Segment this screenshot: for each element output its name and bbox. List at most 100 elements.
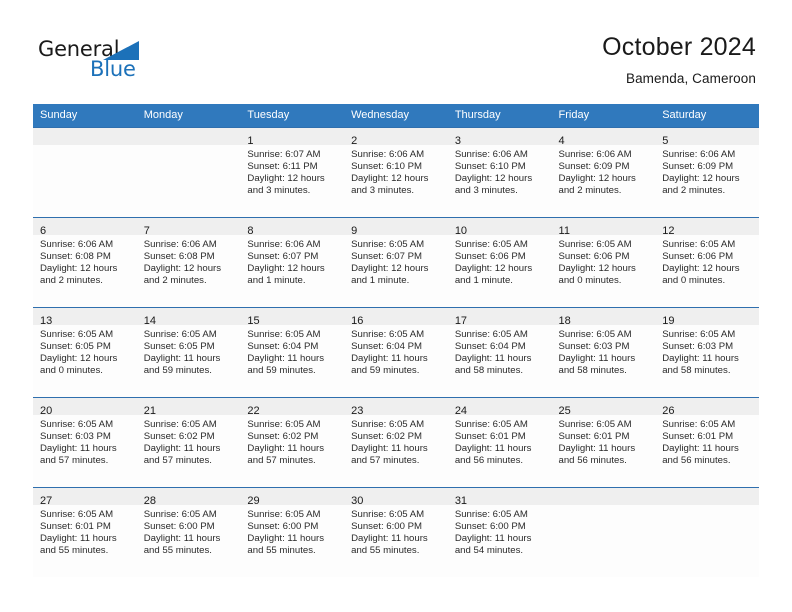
sunset-text: Sunset: 6:10 PM [454, 161, 526, 173]
sunset-text: Sunset: 6:00 PM [247, 521, 319, 533]
calendar-day-cell[interactable]: 28 Sunrise: 6:05 AM Sunset: 6:00 PM Dayligh… [136, 487, 241, 577]
calendar-day-cell[interactable]: 27 Sunrise: 6:05 AM Sunset: 6:01 PM Dayligh… [33, 487, 137, 577]
calendar-day-cell[interactable]: 13 Sunrise: 6:05 AM Sunset: 6:05 PM Dayligh… [33, 307, 137, 398]
day-number-band: 10 [447, 218, 552, 237]
daylight-text-line2: and 1 minute. [454, 275, 513, 287]
calendar-table: Sunday Monday Tuesday Wednesday Thursday… [33, 104, 759, 577]
day-number-band: 2 [344, 128, 448, 147]
sunrise-text: Sunrise: 6:05 AM [454, 509, 528, 520]
calendar-day-cell[interactable]: 25 Sunrise: 6:05 AM Sunset: 6:01 PM Dayligh… [551, 397, 656, 488]
day-cell-inner: 12 Sunrise: 6:05 AM Sunset: 6:06 PM Dayligh… [655, 218, 759, 307]
daylight-text-line2: and 0 minutes. [40, 365, 103, 377]
daylight-text-line1: Daylight: 11 hours [40, 533, 117, 545]
day-number-band: 12 [655, 218, 759, 237]
day-details: Sunrise: 6:05 AM Sunset: 6:03 PM Daylight:… [655, 325, 759, 377]
calendar-day-cell[interactable]: 3 Sunrise: 6:06 AM Sunset: 6:10 PM Daylight… [447, 127, 552, 218]
day-number: 6 [40, 225, 47, 237]
calendar-day-cell[interactable]: 11 Sunrise: 6:05 AM Sunset: 6:06 PM Dayligh… [551, 217, 656, 308]
day-number: 8 [247, 225, 254, 237]
day-number: 2 [351, 135, 358, 147]
sunset-text: Sunset: 6:04 PM [454, 341, 526, 353]
day-cell-inner: 9 Sunrise: 6:05 AM Sunset: 6:07 PM Daylight… [344, 218, 448, 307]
calendar-day-cell[interactable]: 15 Sunrise: 6:05 AM Sunset: 6:04 PM Dayligh… [240, 307, 345, 398]
daylight-text-line2: and 56 minutes. [558, 455, 627, 467]
day-number: 30 [351, 495, 364, 507]
sunrise-text: Sunrise: 6:05 AM [662, 419, 736, 430]
day-cell-inner: 29 Sunrise: 6:05 AM Sunset: 6:00 PM Dayligh… [240, 488, 345, 577]
sunrise-text: Sunrise: 6:05 AM [247, 509, 321, 520]
day-number-band: 7 [136, 218, 241, 237]
day-number-band: 30 [344, 488, 448, 507]
sunset-text: Sunset: 6:00 PM [143, 521, 215, 533]
day-cell-inner: 17 Sunrise: 6:05 AM Sunset: 6:04 PM Dayligh… [447, 308, 552, 397]
sunset-text: Sunset: 6:05 PM [143, 341, 215, 353]
sunset-text: Sunset: 6:03 PM [558, 341, 630, 353]
day-number-band: 23 [344, 398, 448, 417]
sunrise-text: Sunrise: 6:06 AM [558, 149, 632, 160]
sunrise-text: Sunrise: 6:05 AM [454, 239, 528, 250]
calendar-day-cell[interactable]: 31 Sunrise: 6:05 AM Sunset: 6:00 PM Dayligh… [447, 487, 552, 577]
day-details: Sunrise: 6:05 AM Sunset: 6:01 PM Daylight:… [448, 415, 552, 467]
calendar-day-cell[interactable]: 1 Sunrise: 6:07 AM Sunset: 6:11 PM Daylight… [240, 127, 345, 218]
day-details: Sunrise: 6:05 AM Sunset: 6:06 PM Daylight:… [552, 235, 656, 287]
day-number-band [136, 128, 241, 145]
day-cell-inner: 27 Sunrise: 6:05 AM Sunset: 6:01 PM Dayligh… [33, 488, 137, 577]
day-number-band: 9 [344, 218, 448, 237]
daylight-text-line2: and 1 minute. [351, 275, 410, 287]
calendar-day-cell[interactable]: 8 Sunrise: 6:06 AM Sunset: 6:07 PM Daylight… [240, 217, 345, 308]
sunrise-text: Sunrise: 6:05 AM [351, 329, 425, 340]
day-details [33, 145, 137, 149]
general-blue-logo[interactable]: General Blue [38, 38, 268, 90]
calendar-day-cell[interactable]: 20 Sunrise: 6:05 AM Sunset: 6:03 PM Dayligh… [33, 397, 137, 488]
calendar-day-cell[interactable]: 6 Sunrise: 6:06 AM Sunset: 6:08 PM Daylight… [33, 217, 137, 308]
sunrise-text: Sunrise: 6:05 AM [40, 509, 114, 520]
calendar-day-cell[interactable]: 24 Sunrise: 6:05 AM Sunset: 6:01 PM Dayligh… [447, 397, 552, 488]
calendar-day-cell[interactable]: 14 Sunrise: 6:05 AM Sunset: 6:05 PM Dayligh… [136, 307, 241, 398]
day-number-band: 15 [240, 308, 345, 327]
calendar-day-cell[interactable]: 18 Sunrise: 6:05 AM Sunset: 6:03 PM Dayligh… [551, 307, 656, 398]
daylight-text-line1: Daylight: 12 hours [40, 263, 118, 275]
day-cell-inner: 28 Sunrise: 6:05 AM Sunset: 6:00 PM Dayligh… [136, 488, 241, 577]
day-details [655, 505, 759, 509]
calendar-day-cell[interactable]: 9 Sunrise: 6:05 AM Sunset: 6:07 PM Daylight… [344, 217, 448, 308]
sunset-text: Sunset: 6:02 PM [143, 431, 215, 443]
daylight-text-line1: Daylight: 12 hours [247, 263, 325, 275]
daylight-text-line2: and 59 minutes. [351, 365, 420, 377]
day-details: Sunrise: 6:06 AM Sunset: 6:10 PM Daylight:… [344, 145, 448, 197]
calendar-day-cell[interactable]: 22 Sunrise: 6:05 AM Sunset: 6:02 PM Dayligh… [240, 397, 345, 488]
calendar-day-cell-empty [551, 487, 656, 577]
calendar-day-cell[interactable]: 17 Sunrise: 6:05 AM Sunset: 6:04 PM Dayligh… [447, 307, 552, 398]
day-cell-inner: 25 Sunrise: 6:05 AM Sunset: 6:01 PM Dayligh… [551, 398, 656, 487]
weekday-header-monday: Monday [136, 104, 241, 128]
calendar-day-cell[interactable]: 10 Sunrise: 6:05 AM Sunset: 6:06 PM Dayligh… [447, 217, 552, 308]
day-number-band: 22 [240, 398, 345, 417]
calendar-day-cell[interactable]: 26 Sunrise: 6:05 AM Sunset: 6:01 PM Dayligh… [655, 397, 759, 488]
daylight-text-line2: and 58 minutes. [454, 365, 524, 377]
sunrise-text: Sunrise: 6:05 AM [143, 329, 217, 340]
calendar-day-cell[interactable]: 2 Sunrise: 6:06 AM Sunset: 6:10 PM Daylight… [344, 127, 448, 218]
sunrise-text: Sunrise: 6:05 AM [662, 329, 736, 340]
calendar-day-cell[interactable]: 30 Sunrise: 6:05 AM Sunset: 6:00 PM Dayligh… [344, 487, 448, 577]
sunrise-text: Sunrise: 6:06 AM [662, 149, 736, 160]
sunset-text: Sunset: 6:10 PM [351, 161, 423, 173]
calendar-day-cell[interactable]: 21 Sunrise: 6:05 AM Sunset: 6:02 PM Dayligh… [136, 397, 241, 488]
calendar-day-cell[interactable]: 4 Sunrise: 6:06 AM Sunset: 6:09 PM Daylight… [551, 127, 656, 218]
day-details: Sunrise: 6:05 AM Sunset: 6:06 PM Daylight:… [448, 235, 552, 287]
calendar-day-cell[interactable]: 7 Sunrise: 6:06 AM Sunset: 6:08 PM Daylight… [136, 217, 241, 308]
calendar-day-cell[interactable]: 5 Sunrise: 6:06 AM Sunset: 6:09 PM Daylight… [655, 127, 759, 218]
daylight-text-line1: Daylight: 11 hours [454, 533, 532, 545]
day-number-band: 21 [136, 398, 241, 417]
day-cell-inner: 8 Sunrise: 6:06 AM Sunset: 6:07 PM Daylight… [240, 218, 345, 307]
sunset-text: Sunset: 6:09 PM [558, 161, 630, 173]
calendar-day-cell[interactable]: 19 Sunrise: 6:05 AM Sunset: 6:03 PM Dayligh… [655, 307, 759, 398]
day-number-band: 8 [240, 218, 345, 237]
calendar-day-cell[interactable]: 29 Sunrise: 6:05 AM Sunset: 6:00 PM Dayligh… [240, 487, 345, 577]
day-cell-inner: 2 Sunrise: 6:06 AM Sunset: 6:10 PM Daylight… [344, 128, 448, 217]
calendar-day-cell[interactable]: 16 Sunrise: 6:05 AM Sunset: 6:04 PM Dayligh… [344, 307, 448, 398]
sunrise-text: Sunrise: 6:05 AM [247, 419, 321, 430]
calendar-day-cell[interactable]: 12 Sunrise: 6:05 AM Sunset: 6:06 PM Dayligh… [655, 217, 759, 308]
calendar-day-cell[interactable]: 23 Sunrise: 6:05 AM Sunset: 6:02 PM Dayligh… [344, 397, 448, 488]
sunset-text: Sunset: 6:01 PM [40, 521, 111, 533]
weekday-header-thursday: Thursday [447, 104, 552, 128]
day-number-band: 13 [33, 308, 137, 327]
